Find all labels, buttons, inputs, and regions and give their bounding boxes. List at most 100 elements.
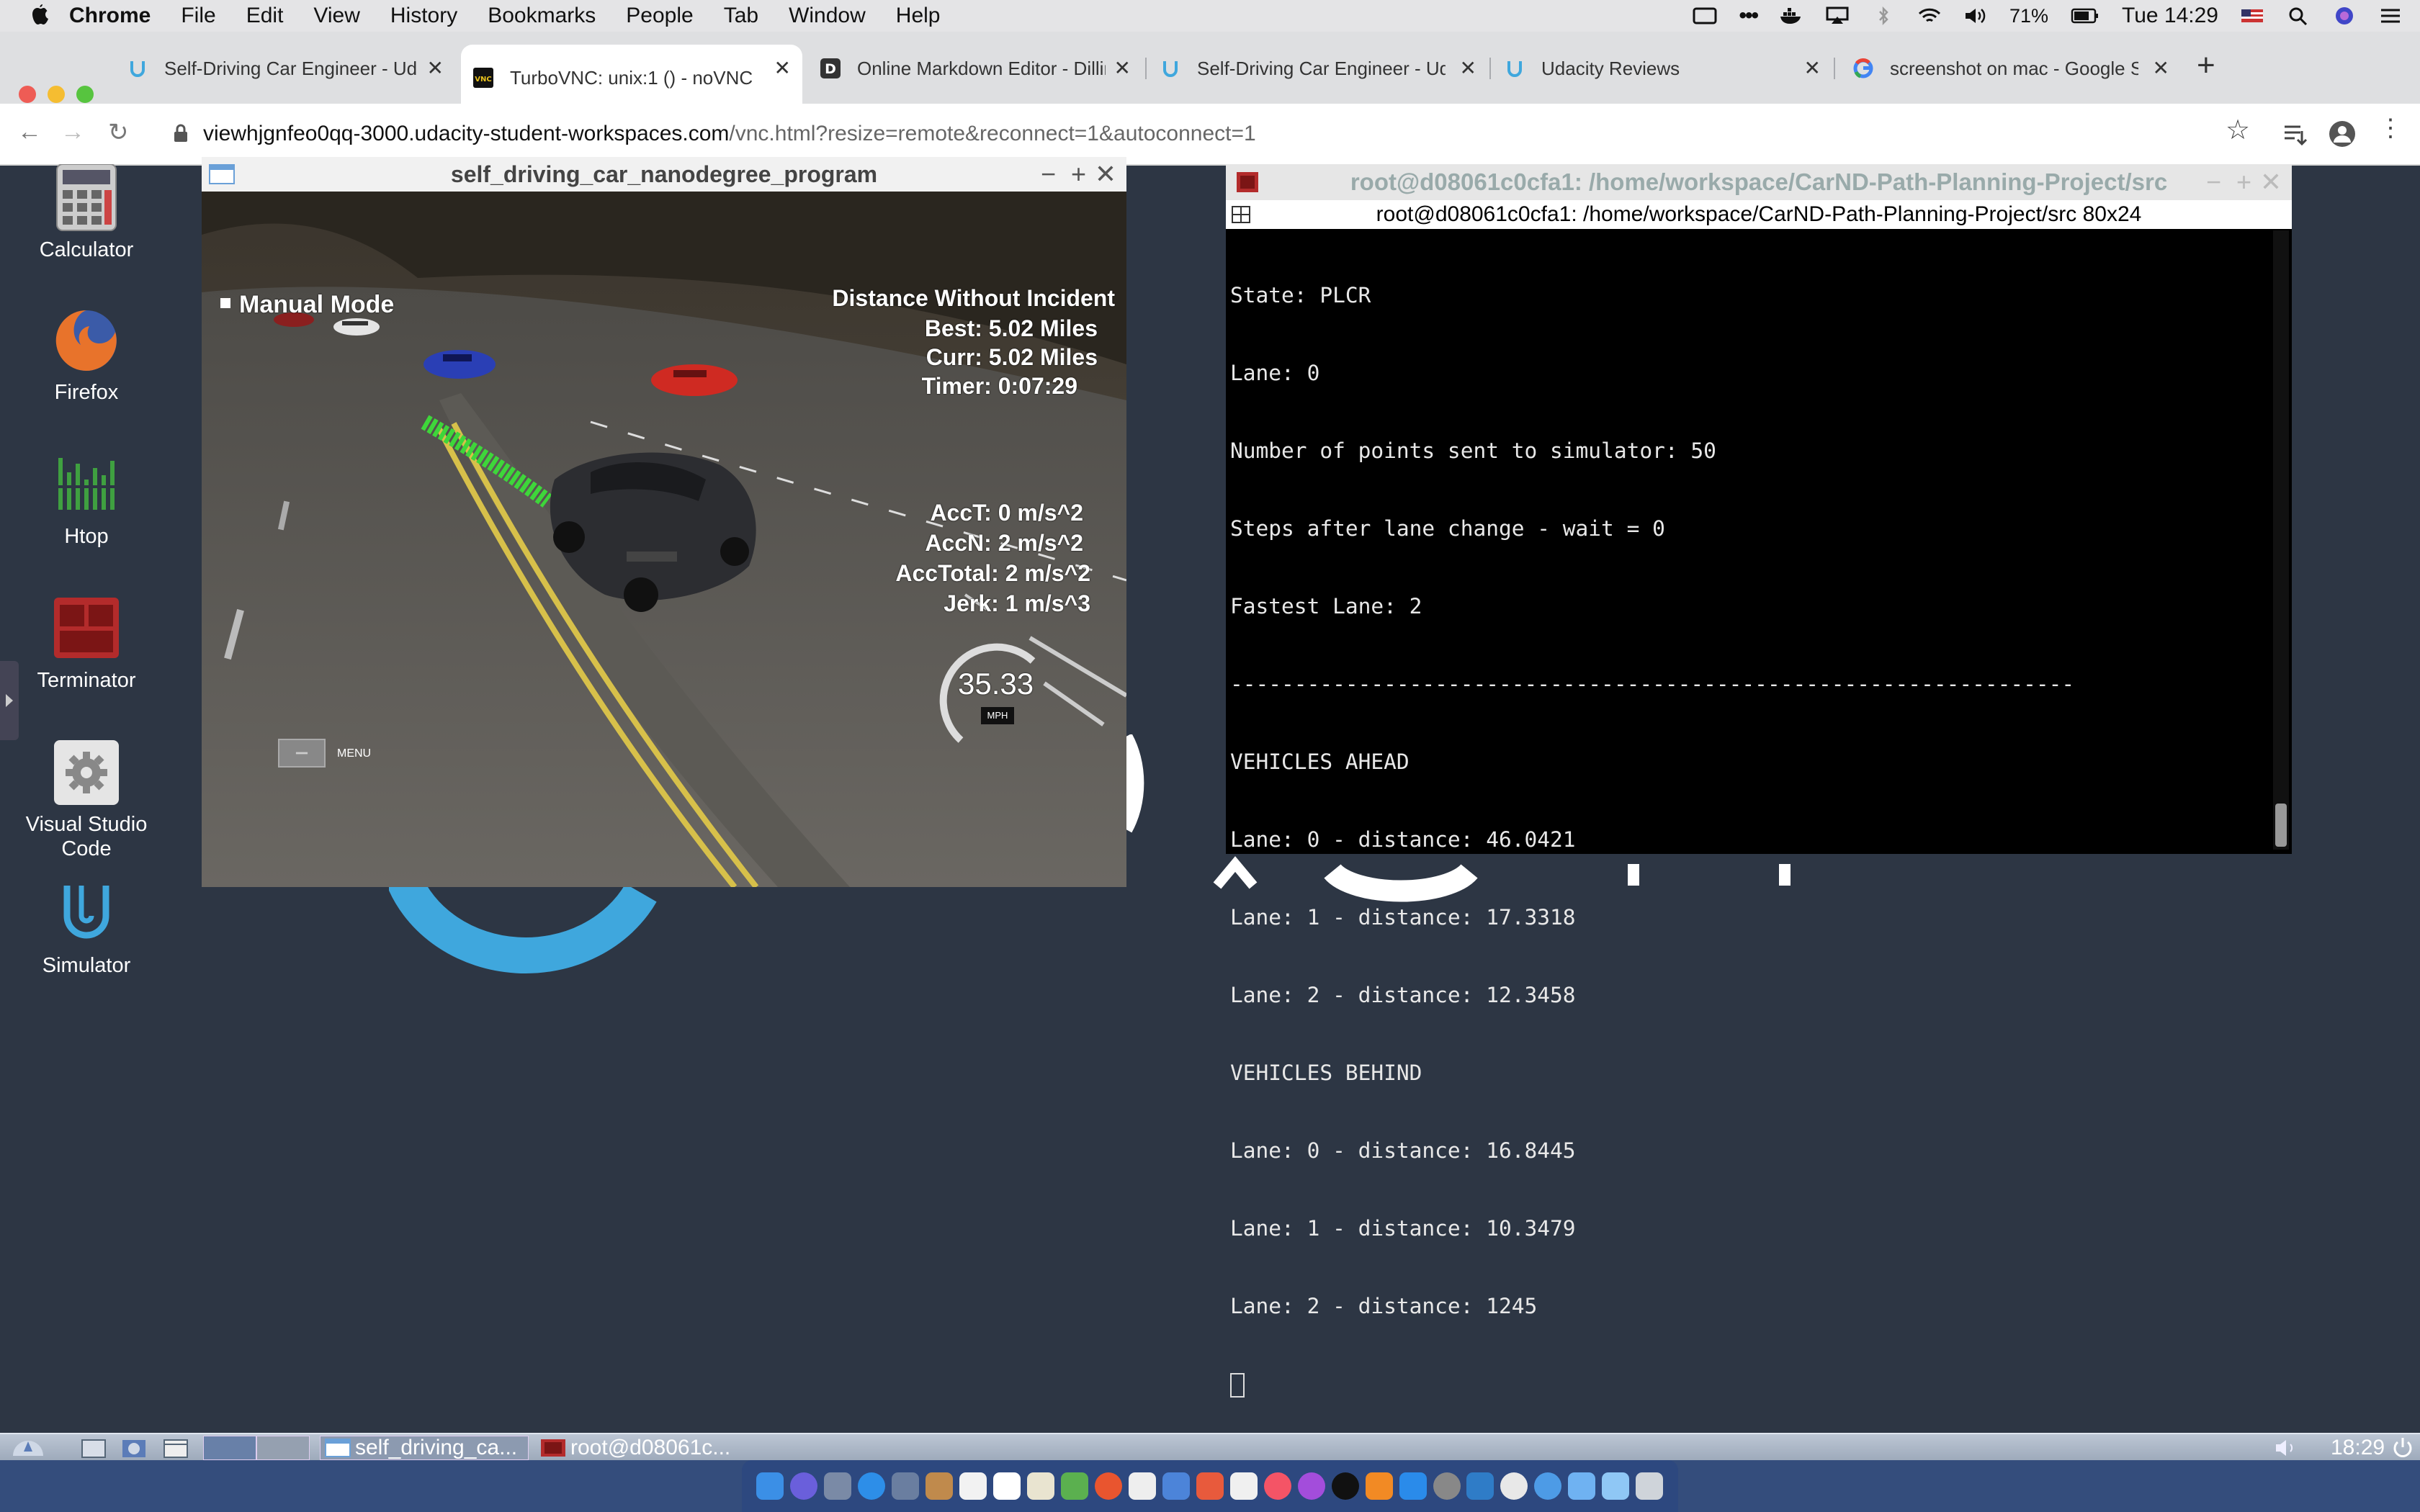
vscode-icon[interactable]	[1466, 1472, 1494, 1500]
close-icon[interactable]: ✕	[1114, 56, 1131, 80]
simulator-viewport[interactable]: Manual Mode Distance Without Incident Be…	[202, 192, 1126, 887]
control-center-icon[interactable]	[2378, 6, 2403, 25]
apple-icon[interactable]	[29, 4, 50, 28]
tab-self-driving-1[interactable]: Self-Driving Car Engineer - Ud ✕	[127, 52, 444, 85]
keynote-icon[interactable]	[1196, 1472, 1224, 1500]
desktop-2-button[interactable]	[256, 1436, 310, 1460]
reminders-icon[interactable]	[993, 1472, 1021, 1500]
more-dots-icon[interactable]: •••	[1739, 4, 1758, 28]
close-icon[interactable]: ✕	[774, 56, 791, 80]
tab-turbovnc[interactable]: VNC TurboVNC: unix:1 () - noVNC ✕	[461, 45, 802, 104]
docker-icon[interactable]	[1779, 6, 1803, 25]
profile-avatar-icon[interactable]	[2328, 120, 2357, 148]
books-icon[interactable]	[1365, 1472, 1393, 1500]
menu-button[interactable]	[278, 739, 326, 768]
siri-icon[interactable]	[790, 1472, 818, 1500]
tab-self-driving-2[interactable]: Self-Driving Car Engineer - Ud ✕	[1160, 52, 1476, 85]
menu-window[interactable]: Window	[789, 4, 866, 28]
desktop-icon-terminator[interactable]: Terminator	[0, 595, 173, 693]
volume-icon[interactable]	[1963, 6, 1988, 25]
menu-history[interactable]: History	[390, 4, 457, 28]
airplay-icon[interactable]	[1825, 6, 1850, 25]
minimize-icon[interactable]: −	[2206, 164, 2221, 200]
close-icon[interactable]: ✕	[427, 56, 444, 80]
documents-folder-icon[interactable]	[1602, 1472, 1630, 1500]
chrome-icon[interactable]	[1500, 1472, 1528, 1500]
bookmark-star-icon[interactable]: ☆	[2226, 114, 2250, 146]
desktop-icon-calculator[interactable]: Calculator	[0, 163, 173, 262]
address-bar[interactable]: viewhjgnfeo0qq-3000.udacity-student-work…	[163, 111, 2223, 157]
scrollbar-thumb[interactable]	[2275, 804, 2287, 847]
tab-dillinger[interactable]: D Online Markdown Editor - Dillin ✕	[820, 52, 1131, 85]
news-icon[interactable]	[1229, 1472, 1258, 1500]
simulator-titlebar[interactable]: self_driving_car_nanodegree_program − + …	[202, 157, 1126, 192]
menu-edit[interactable]: Edit	[246, 4, 284, 28]
file-manager-icon[interactable]	[79, 1436, 108, 1460]
reading-list-icon[interactable]	[2283, 122, 2309, 147]
maximize-icon[interactable]: +	[1071, 157, 1086, 192]
tab-udacity-reviews[interactable]: Udacity Reviews ✕	[1504, 52, 1821, 85]
messages-icon[interactable]	[1534, 1472, 1562, 1500]
taskbar-clock[interactable]: 18:29	[2331, 1436, 2385, 1460]
minimize-icon[interactable]: −	[1041, 157, 1056, 192]
apple-tv-icon[interactable]	[1331, 1472, 1359, 1500]
terminal-window[interactable]: root@d08061c0cfa1: /home/workspace/CarND…	[1226, 164, 2292, 1398]
spotlight-search-icon[interactable]	[2286, 6, 2311, 25]
siri-icon[interactable]	[2332, 6, 2357, 25]
music-icon[interactable]	[1263, 1472, 1291, 1500]
reload-icon[interactable]: ↻	[108, 118, 129, 147]
window-menu-icon[interactable]	[209, 164, 235, 184]
desktop-icon-firefox[interactable]: Firefox	[0, 307, 173, 405]
forward-arrow-icon[interactable]: →	[60, 118, 85, 146]
taskbar-item-terminal[interactable]: root@d08061c...	[536, 1436, 745, 1460]
terminal-launcher-icon[interactable]	[161, 1436, 190, 1460]
desktop-icon-simulator[interactable]: Simulator	[0, 880, 173, 978]
menu-app-chrome[interactable]: Chrome	[69, 4, 151, 28]
finder-icon[interactable]	[756, 1472, 784, 1500]
menu-tab[interactable]: Tab	[724, 4, 758, 28]
pages-icon[interactable]	[1128, 1472, 1156, 1500]
terminal-output[interactable]: State: PLCR Lane: 0 Number of points sen…	[1230, 230, 2267, 1449]
bluetooth-icon[interactable]	[1871, 6, 1896, 25]
terminator-icon[interactable]	[1236, 171, 1259, 193]
manual-mode-label[interactable]: Manual Mode	[239, 291, 394, 319]
menu-bookmarks[interactable]: Bookmarks	[488, 4, 596, 28]
menu-file[interactable]: File	[181, 4, 215, 28]
power-icon[interactable]	[2390, 1436, 2416, 1460]
volume-icon[interactable]	[2273, 1436, 2302, 1460]
photos-icon[interactable]	[1095, 1472, 1122, 1500]
taskbar-item-simulator[interactable]: self_driving_ca...	[320, 1436, 529, 1460]
calendar-icon[interactable]	[959, 1472, 987, 1500]
textedit-icon[interactable]	[1027, 1472, 1055, 1500]
trash-icon[interactable]	[1636, 1472, 1664, 1500]
system-preferences-icon[interactable]	[1433, 1472, 1461, 1500]
preview-icon[interactable]	[892, 1472, 920, 1500]
menu-help[interactable]: Help	[896, 4, 941, 28]
grid-icon[interactable]	[1232, 206, 1250, 223]
app-store-icon[interactable]	[1399, 1472, 1427, 1500]
launchpad-icon[interactable]	[824, 1472, 852, 1500]
menu-people[interactable]: People	[626, 4, 693, 28]
close-icon[interactable]: ✕	[2153, 56, 2169, 80]
terminal-scrollbar[interactable]	[2273, 230, 2289, 850]
terminal-titlebar[interactable]: root@d08061c0cfa1: /home/workspace/CarND…	[1226, 164, 2292, 200]
maps-icon[interactable]	[1061, 1472, 1089, 1500]
maximize-icon[interactable]: +	[2236, 164, 2251, 200]
close-icon[interactable]: ✕	[1804, 56, 1821, 80]
close-icon[interactable]: ✕	[1460, 56, 1476, 80]
menubar-clock[interactable]: Tue 14:29	[2122, 4, 2218, 28]
simulator-window[interactable]: self_driving_car_nanodegree_program − + …	[202, 157, 1126, 887]
lock-icon[interactable]	[173, 124, 189, 143]
mode-checkbox[interactable]	[220, 298, 230, 308]
podcasts-icon[interactable]	[1297, 1472, 1325, 1500]
desktop-icon-vscode[interactable]: Visual Studio Code	[0, 739, 173, 861]
desktop-1-button[interactable]	[203, 1436, 256, 1460]
status-tray-icon[interactable]	[1693, 6, 1717, 25]
browser-launcher-icon[interactable]	[120, 1436, 148, 1460]
more-menu-icon[interactable]: ⋮	[2378, 114, 2403, 143]
flag-us-icon[interactable]	[2240, 6, 2264, 25]
numbers-icon[interactable]	[1162, 1472, 1190, 1500]
window-close-button[interactable]	[19, 86, 36, 103]
side-panel-handle[interactable]	[0, 661, 19, 740]
new-tab-button[interactable]: +	[2197, 48, 2215, 83]
